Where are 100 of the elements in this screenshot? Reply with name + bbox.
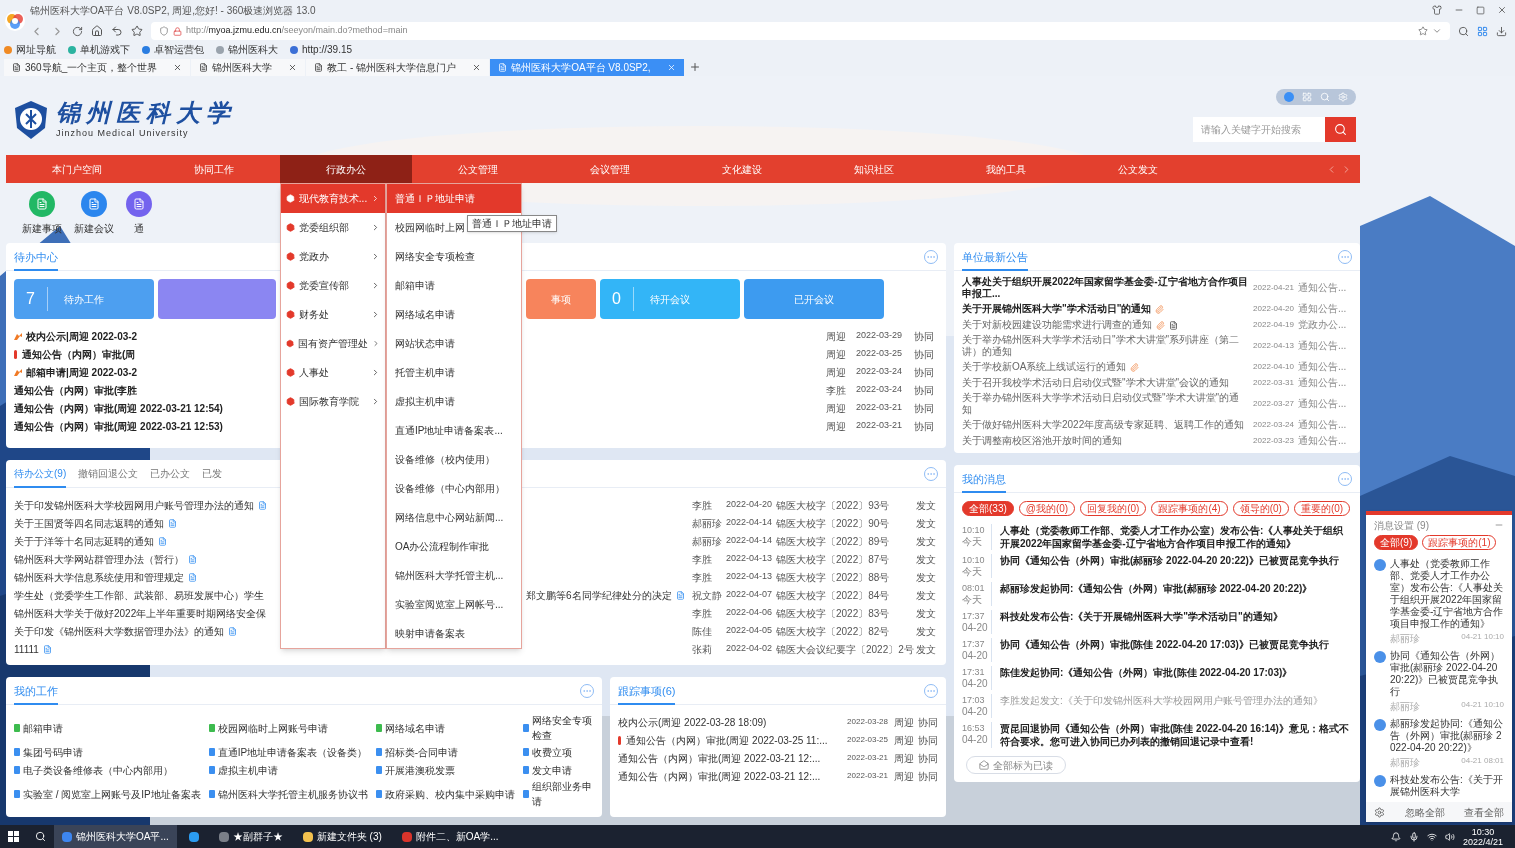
document-title[interactable]: 学生处（党委学生工作部、武装部、易班发展中心）学生 — [14, 587, 264, 603]
menu-item[interactable]: 党委宣传部 — [281, 271, 385, 300]
work-link[interactable]: 网络域名申请 — [384, 720, 445, 736]
notification-text[interactable]: 协同《通知公告（外网）审批(郝丽珍 2022-04-20 20:22)》已被贾昆竞争执行 — [1390, 650, 1504, 698]
notice-title[interactable]: 关于对新校园建设功能需求进行调查的通知 — [962, 319, 1152, 331]
menu-item[interactable]: 锦州医科大学托管主机... — [387, 561, 521, 590]
notification-text[interactable]: 人事处（党委教师工作部、党委人才工作办公室）发布公告:《人事处关于组织开展2022年国家留学基金委-辽宁省地方合作项目申报工作的通知》 — [1390, 558, 1504, 630]
document-title[interactable]: 锦州医科大学信息系统使用和管理规定 — [14, 569, 184, 585]
message-text[interactable]: 郝丽珍发起协同:《通知公告（外网）审批(郝丽珍 2022-04-20 20:22)》 — [1000, 582, 1313, 606]
work-link[interactable]: 实验室 / 阅览室上网账号及IP地址备案表 — [23, 786, 201, 802]
document-title[interactable]: 锦州医科大学网站群管理办法（暂行） — [14, 551, 184, 567]
tracking-item[interactable]: 通知公告（内网）审批(周迎 2022-03-21 12:... — [618, 770, 821, 782]
nav-item[interactable]: 协同工作 — [148, 155, 280, 183]
bookmark[interactable]: 锦州医科大 — [216, 45, 278, 55]
panel-tab[interactable]: 已发 — [202, 460, 223, 488]
bookmark[interactable]: http://39.15 — [290, 45, 353, 55]
menu-item[interactable]: 映射申请备案表 — [387, 619, 521, 648]
menu-item[interactable]: 普通ＩＰ地址申请 — [387, 184, 521, 213]
tracking-item[interactable]: 通知公告（内网）审批(周迎 2022-03-21 12:... — [618, 752, 821, 764]
notice-title[interactable]: 关于举办锦州医科大学学术活动日启动仪式暨"学术大讲堂"的通知 — [962, 392, 1248, 416]
menu-item[interactable]: 国有资产管理处 — [281, 329, 385, 358]
taskbar-button[interactable]: 附件二、新OA学... — [393, 825, 507, 848]
nav-item[interactable]: 我的工具 — [940, 155, 1072, 183]
panel-tab[interactable]: 撤销回退公文 — [78, 460, 139, 488]
browser-tab[interactable]: 锦州医科大学 — [191, 59, 306, 76]
menu-item[interactable]: 托管主机申请 — [387, 358, 521, 387]
todo-item[interactable]: 通知公告（内网）审批(李胜 — [14, 384, 138, 396]
work-link[interactable]: 政府采购、校内集中采购申请 — [384, 786, 515, 802]
todo-item[interactable]: 通知公告（内网）审批(周迎 2022-03-21 12:53) — [14, 420, 223, 432]
document-title[interactable]: 郑文鹏等6名同学纪律处分的决定 — [526, 587, 672, 603]
notification-text[interactable]: 郝丽珍发起协同:《通知公告（外网）审批(郝丽珍 2022-04-20 20:22)》 — [1390, 718, 1504, 754]
message-text[interactable]: 科技处发布公告:《关于开展锦州医科大学"学术活动日"的通知》 — [1000, 610, 1283, 634]
work-link[interactable]: 锦州医科大学托管主机服务协议书 — [217, 786, 368, 802]
browser-tab[interactable]: 360导航_一个主页，整个世界 — [4, 59, 191, 76]
menu-item[interactable]: 人事处 — [281, 358, 385, 387]
menu-item[interactable]: 设备维修（校内使用） — [387, 445, 521, 474]
notice-title[interactable]: 人事处关于组织开展2022年国家留学基金委-辽宁省地方合作项目申报工... — [962, 276, 1248, 300]
todo-item[interactable]: 邮箱申请|周迎 2022-03-2 — [26, 366, 138, 378]
work-link[interactable]: 开展港澳税发票 — [384, 762, 455, 778]
menu-item[interactable]: 网络安全专项检查 — [387, 242, 521, 271]
menu-item[interactable]: 网络信息中心网站新闻... — [387, 503, 521, 532]
ignore-all-link[interactable]: 忽略全部 — [1404, 804, 1445, 820]
message-text[interactable]: 陈佳发起协同:《通知公告（外网）审批(陈佳 2022-04-20 17:03)》 — [1000, 666, 1293, 690]
message-text[interactable]: 人事处（党委教师工作部、党委人才工作办公室）发布公告:《人事处关于组织开展2022年国家留学基金委-辽宁省地方合作项目申报工作的通知》 — [1000, 524, 1352, 550]
todo-item[interactable]: 通知公告（内网）审批(周迎 2022-03-21 12:54) — [14, 402, 223, 414]
menu-item[interactable]: 网站状态申请 — [387, 329, 521, 358]
notification-text[interactable]: 科技处发布公告:《关于开展锦州医科大学 — [1390, 774, 1504, 798]
work-link[interactable]: 网络安全专项检查 — [531, 713, 594, 743]
browser-tab[interactable]: 教工 - 锦州医科大学信息门户 — [306, 59, 490, 76]
address-field[interactable]: http://myoa.jzmu.edu.cn/seeyon/main.do?method=main — [151, 22, 1450, 40]
work-link[interactable]: 校园网临时上网账号申请 — [217, 720, 328, 736]
nav-item[interactable]: 会议管理 — [544, 155, 676, 183]
work-link[interactable]: 集团号码申请 — [23, 744, 83, 760]
menu-item[interactable]: 党委组织部 — [281, 213, 385, 242]
filter-chip[interactable]: 全部(33) — [962, 501, 1014, 516]
menu-item[interactable]: 党政办 — [281, 242, 385, 271]
document-title[interactable]: 11111 — [14, 641, 39, 657]
document-title[interactable]: 关于印发《锦州医科大学数据管理办法》的通知 — [14, 623, 224, 639]
nav-item[interactable]: 文化建设 — [676, 155, 808, 183]
work-link[interactable]: 组织部业务申请 — [531, 779, 594, 809]
notice-title[interactable]: 关于调整南校区浴池开放时间的通知 — [962, 435, 1122, 447]
menu-item[interactable]: 网络域名申请 — [387, 300, 521, 329]
taskbar-button[interactable]: ★副群子★ — [210, 825, 291, 848]
notice-title[interactable]: 关于学校新OA系统上线试运行的通知 — [962, 361, 1127, 373]
view-all-link[interactable]: 查看全部 — [1464, 804, 1504, 820]
notice-title[interactable]: 关于举办锦州医科大学学术活动日"学术大讲堂"系列讲座（第二讲）的通知 — [962, 334, 1248, 358]
notice-title[interactable]: 关于开展锦州医科大学"学术活动日"的通知 — [962, 303, 1152, 315]
nav-item[interactable]: 行政办公 — [280, 155, 412, 183]
message-text[interactable]: 协同《通知公告（外网）审批(陈佳 2022-04-20 17:03)》已被贾昆竞争执行 — [1000, 638, 1329, 662]
work-link[interactable]: 电子类设备维修表（中心内部用） — [23, 762, 173, 778]
taskbar-button[interactable]: 锦州医科大学OA平... — [54, 825, 177, 848]
document-title[interactable]: 关于于洋等十名同志延聘的通知 — [14, 533, 154, 549]
filter-chip[interactable]: 全部(9) — [1374, 535, 1419, 550]
menu-item[interactable]: 设备维修（中心内部用） — [387, 474, 521, 503]
todo-item[interactable]: 校内公示|周迎 2022-03-2 — [26, 330, 138, 342]
notice-title[interactable]: 关于做好锦州医科大学2022年度高级专家延聘、返聘工作的通知 — [962, 419, 1245, 431]
work-link[interactable]: 招标类-合同申请 — [384, 744, 459, 760]
todo-item[interactable]: 通知公告（内网）审批(周 — [22, 348, 136, 360]
nav-item[interactable]: 公文管理 — [412, 155, 544, 183]
menu-item[interactable]: 现代教育技术... — [281, 184, 385, 213]
taskbar-button[interactable]: 新建文件夹 (3) — [294, 825, 390, 848]
menu-item[interactable]: 虚拟主机申请 — [387, 387, 521, 416]
work-link[interactable]: 邮箱申请 — [23, 720, 63, 736]
panel-tab[interactable]: 已办公文 — [150, 460, 191, 488]
nav-item[interactable]: 公文发文 — [1072, 155, 1204, 183]
work-link[interactable]: 直通IP地址申请备案表（设备类） — [217, 744, 368, 760]
menu-item[interactable]: 国际教育学院 — [281, 387, 385, 416]
work-link[interactable]: 发文申请 — [531, 762, 572, 778]
menu-item[interactable]: 直通IP地址申请备案表... — [387, 416, 521, 445]
document-title[interactable]: 关于王国贤等四名同志返聘的通知 — [14, 515, 164, 531]
document-title[interactable]: 锦州医科大学关于做好2022年上半年重要时期网络安全保 — [14, 605, 267, 621]
bookmark[interactable]: 卓智运营包 — [142, 45, 204, 55]
bookmark[interactable]: 单机游戏下 — [68, 45, 130, 55]
work-link[interactable]: 收费立项 — [531, 744, 572, 760]
nav-item[interactable]: 本门户空间 — [6, 155, 148, 183]
message-text[interactable]: 协同《通知公告（外网）审批(郝丽珍 2022-04-20 20:22)》已被贾昆竞争执行 — [1000, 554, 1339, 578]
work-link[interactable]: 虚拟主机申请 — [217, 762, 278, 778]
search-field[interactable]: 请输入关键字开始搜索 — [1193, 117, 1325, 142]
bookmark[interactable]: 网址导航 — [4, 45, 56, 55]
message-text[interactable]: 贾昆回退协同《通知公告（外网）审批(陈佳 2022-04-20 16:14)》意见：格式不符合要求。您可进入协同已办列表的撤销回退记录中查看! — [1000, 722, 1352, 748]
